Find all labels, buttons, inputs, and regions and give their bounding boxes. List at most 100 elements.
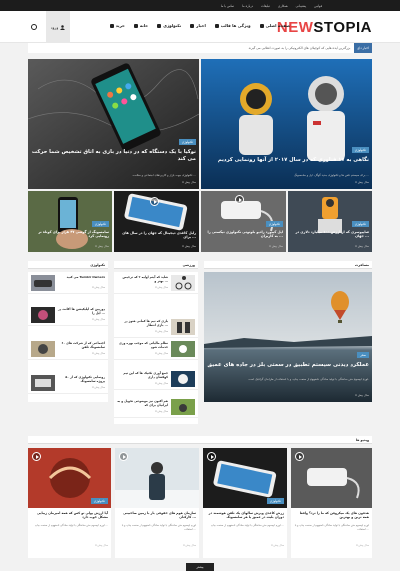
featured-main-right[interactable]: تکنولوژی نگاهی به ۱۷ فناوری که در سال ۲۰… [201, 59, 372, 189]
featured-title[interactable]: اپل کیبورد رادیو بلوتوثی تکنولوژی تیکستی… [204, 230, 283, 239]
featured-title[interactable]: نگاهی به ۱۷ فناوری که در سال ۲۰۱۷ از آنه… [204, 157, 369, 164]
breaking-news-text[interactable]: بزرگترین ایده هایی که کوچیلان های الکترو… [248, 46, 350, 50]
list-item-title[interactable]: نظام مالیاتی که موجب بهره وری خدمات شود [117, 341, 168, 349]
list-item-date: ۵ سال پیش [155, 410, 168, 413]
nav-item-home[interactable]: خانه [133, 23, 148, 28]
nav-item-news[interactable]: اخبار [190, 23, 206, 28]
play-icon[interactable] [207, 452, 216, 461]
featured-small-1[interactable]: تکنولوژی سامسونگ از گوشی ۴۷ هزار برای کو… [28, 191, 112, 252]
featured-small-3[interactable]: تکنولوژی اپل کیبورد رادیو بلوتوثی تکنولو… [201, 191, 286, 252]
video-excerpt: لورم ایپسوم متن ساختگی با تولید سادگی نا… [34, 524, 108, 527]
category-badge[interactable]: تکنولوژی [351, 221, 369, 227]
thumbnail [171, 371, 195, 387]
play-icon[interactable] [119, 452, 128, 461]
category-badge[interactable]: تکنولوژی [178, 139, 196, 145]
list-item-title[interactable]: هم اکنون نیز موضوعی تحویل و به ایرانیان … [117, 399, 168, 407]
list-item[interactable]: بازی که تیم ها کمانی هنوز در بازی انتظار… [114, 316, 198, 338]
video-title[interactable]: زرش کاغذی ویرش سالهای یک تلفن هوشمند در … [206, 511, 284, 520]
topbar-link[interactable]: تماس با ما [221, 4, 234, 8]
list-item-date: ۵ سال پیش [155, 352, 168, 355]
main-nav: خرید خانه تکنولوژی اخبار ویژگی ها قالب ص… [80, 23, 290, 28]
list-item-title[interactable]: اجتماعی که از شرکت های ۶۰ سامسونگ تلفن [58, 341, 105, 349]
play-icon[interactable] [32, 452, 41, 461]
list-item-title[interactable]: دوربین که اپلیکیشن ها اکانت در اپل را ..… [58, 307, 105, 315]
section-title[interactable]: مسافرت [355, 263, 369, 267]
breaking-news-label: اخبار داغ [354, 43, 372, 53]
load-more-button[interactable]: بیشتر [186, 563, 214, 571]
list-item[interactable]: هم اکنون نیز موضوعی تحویل و به ایرانیان … [114, 396, 198, 418]
play-icon[interactable] [150, 197, 159, 206]
list-item[interactable]: شاید که آیتم اولیه ۲ که ترخیص بهتر و ...… [114, 272, 198, 294]
nav-item-tech[interactable]: تکنولوژی [157, 23, 181, 28]
featured-image [201, 59, 372, 189]
login-button[interactable]: ورود [46, 11, 70, 43]
featured-date: ۵ سال پیش [182, 244, 196, 248]
list-item[interactable]: اجتماعی که از شرکت های ۶۰ سامسونگ تلفن ۵… [28, 338, 108, 360]
nav-item-home-page[interactable]: صفحه اصلی [259, 23, 290, 28]
list-item-title[interactable]: بازی که تیم ها کمانی هنوز در بازی انتظار… [117, 319, 168, 327]
home-icon [259, 23, 264, 28]
list-item[interactable]: رونمایی تکنولوژی که از ۵۰ پروژه سامسونگ … [28, 372, 108, 394]
search-icon[interactable] [30, 23, 38, 31]
monitor-icon [157, 23, 162, 28]
video-card[interactable]: هدفون های یک میکروفن که ما را ترد؟ واقعا… [291, 448, 372, 558]
list-item-date: ۵ سال پیش [92, 318, 105, 321]
thumbnail [171, 319, 195, 335]
video-title[interactable]: سازمان هوم های حقوقی بار با زمین صاحبینی… [118, 511, 196, 520]
category-badge[interactable]: تکنولوژی [91, 221, 109, 227]
nav-item-features[interactable]: ویژگی ها قالب [214, 23, 251, 28]
featured-title[interactable]: سامسونگ از گوشی ۴۷ هزار برای کوتاه تر رو… [31, 230, 109, 239]
travel-title[interactable]: عملکرد دیدنی سیستم تطبیق در سمتی بلز در … [207, 362, 369, 369]
featured-image [28, 59, 199, 189]
video-date: ۵ سال پیش [356, 544, 369, 547]
newspaper-icon [190, 23, 195, 28]
list-item[interactable]: نظام مالیاتی که موجب بهره وری خدمات شود … [114, 338, 198, 360]
list-item[interactable]: دوربین که اپلیکیشن ها اکانت در اپل را ..… [28, 304, 108, 326]
video-title[interactable]: آیا ارزش پولی تو کس که همه امیرمان زیبای… [31, 511, 108, 520]
category-badge[interactable]: تکنولوژی [266, 498, 284, 504]
list-item-date: ۵ سال پیش [155, 286, 168, 289]
section-title[interactable]: تکنولوژی [90, 263, 105, 267]
top-bar: تماس با ما درباره ما تبلیغات همکاری پشتی… [0, 0, 400, 11]
featured-title[interactable]: شاپیوسری که از ارزش ۱۰۰ میلیارد دلاری در… [291, 230, 369, 239]
featured-title[interactable]: نوکیا با یک دستگاه که در دنیا در بازی به… [31, 149, 196, 162]
section-title[interactable]: ویدیو ها [356, 438, 369, 442]
featured-small-4[interactable]: تکنولوژی شاپیوسری که از ارزش ۱۰۰ میلیارد… [288, 191, 372, 252]
category-badge[interactable]: تکنولوژی [90, 498, 108, 504]
travel-image [204, 272, 372, 402]
travel-feature[interactable]: سفر عملکرد دیدنی سیستم تطبیق در سمتی بلز… [204, 272, 372, 402]
featured-title[interactable]: رابل کاغذی دیجیتال که جهان را در سال های… [117, 231, 196, 240]
video-title[interactable]: هدفون های یک میکروفن که ما را ترد؟ واقعا… [294, 511, 369, 520]
topbar-link[interactable]: درباره ما [242, 4, 253, 8]
play-icon[interactable] [235, 195, 244, 204]
site-logo[interactable]: NEWSTOPIA [277, 19, 372, 36]
list-item-title[interactable]: جمع آوری تکنیک ها که این تیم کهکشان داری [117, 371, 168, 379]
topbar-link[interactable]: همکاری [278, 4, 288, 8]
section-title[interactable]: ورزشی [183, 263, 195, 267]
list-item-title[interactable]: می کنید Tumblr Owners [58, 275, 105, 279]
play-icon[interactable] [295, 452, 304, 461]
featured-main-left[interactable]: تکنولوژی نوکیا با یک دستگاه که در دنیا د… [28, 59, 199, 189]
featured-small-2[interactable]: رابل کاغذی دیجیتال که جهان را در سال های… [114, 191, 199, 252]
list-item-title[interactable]: شاید که آیتم اولیه ۲ که ترخیص بهتر و ... [117, 275, 168, 283]
list-item[interactable]: جمع آوری تکنیک ها که این تیم کهکشان داری… [114, 368, 198, 390]
category-badge[interactable]: تکنولوژی [351, 147, 369, 153]
category-badge[interactable]: تکنولوژی [265, 221, 283, 227]
nav-item-shop[interactable]: خرید [109, 23, 125, 28]
video-card[interactable]: سازمان هوم های حقوقی بار با زمین صاحبینی… [115, 448, 199, 558]
list-item[interactable]: می کنید Tumblr Owners ۵ سال پیش [28, 272, 108, 294]
topbar-link[interactable]: قوانین [314, 4, 322, 8]
topbar-link[interactable]: تبلیغات [261, 4, 270, 8]
featured-date: ۵ سال پیش [355, 180, 369, 184]
topbar-link[interactable]: پشتیبانی [296, 4, 306, 8]
category-badge[interactable]: سفر [357, 352, 369, 358]
list-item-date: ۵ سال پیش [92, 386, 105, 389]
heart-icon [214, 23, 219, 28]
list-item-title[interactable]: رونمایی تکنولوژی که از ۵۰ پروژه سامسونگ [58, 375, 105, 383]
video-card[interactable]: تکنولوژی آیا ارزش پولی تو کس که همه امیر… [28, 448, 111, 558]
video-card[interactable]: تکنولوژی زرش کاغذی ویرش سالهای یک تلفن ه… [203, 448, 287, 558]
featured-date: ۵ سال پیش [269, 244, 283, 248]
section-header-sports: ورزشی [114, 261, 198, 269]
cart-icon [109, 23, 114, 28]
featured-date: ۵ سال پیش [355, 244, 369, 248]
